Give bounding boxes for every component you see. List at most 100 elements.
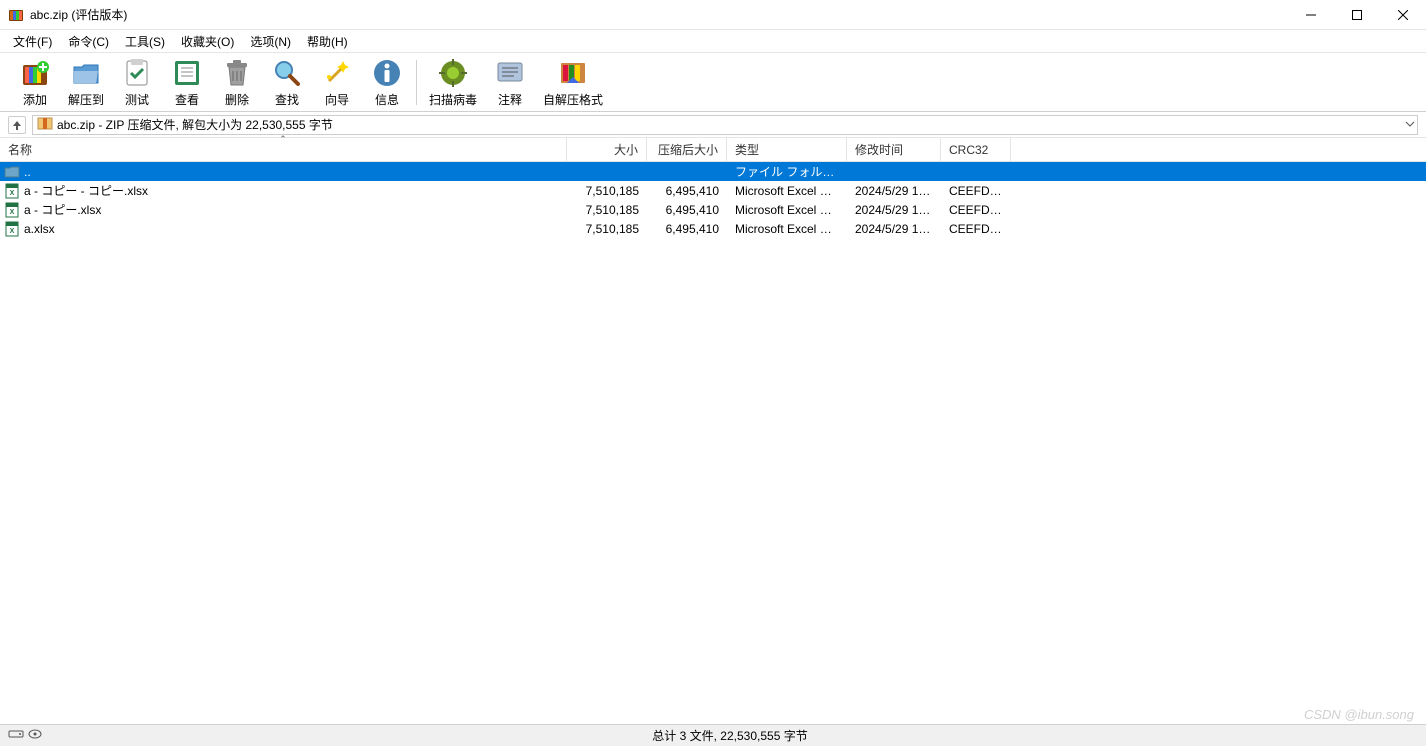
svg-text:X: X <box>10 190 15 197</box>
file-type: ファイル フォルダー <box>727 163 847 180</box>
file-crc: CEEFD034 <box>941 222 1011 236</box>
column-headers: 名称 大小 压缩后大小 类型 修改时间 CRC32 <box>0 138 1426 162</box>
column-modified[interactable]: 修改时间 <box>847 138 941 161</box>
close-button[interactable] <box>1380 0 1426 29</box>
toolbar-separator <box>416 60 417 105</box>
view-icon <box>171 57 203 89</box>
location-dropdown-icon[interactable] <box>1405 118 1415 132</box>
watermark: CSDN @ibun.song <box>1304 707 1414 722</box>
winrar-icon <box>8 7 24 23</box>
svg-text:X: X <box>10 228 15 235</box>
menu-commands[interactable]: 命令(C) <box>61 31 116 52</box>
file-row[interactable]: Xa.xlsx 7,510,1856,495,410Microsoft Excel… <box>0 219 1426 238</box>
file-row[interactable]: Xa - コピー - コピー.xlsx 7,510,1856,495,410Mic… <box>0 181 1426 200</box>
lock-icon <box>28 728 42 743</box>
menu-tools[interactable]: 工具(S) <box>118 31 172 52</box>
find-label: 查找 <box>275 91 299 108</box>
file-row[interactable]: Xa - コピー.xlsx 7,510,1856,495,410Microsoft… <box>0 200 1426 219</box>
file-size: 7,510,185 <box>567 184 647 198</box>
titlebar: abc.zip (评估版本) <box>0 0 1426 30</box>
sfx-button[interactable]: 自解压格式 <box>535 55 611 110</box>
info-button[interactable]: 信息 <box>362 55 412 110</box>
statusbar: 总计 3 文件, 22,530,555 字节 <box>0 724 1426 746</box>
extract-button[interactable]: 解压到 <box>60 55 112 110</box>
file-size: 7,510,185 <box>567 222 647 236</box>
wizard-button[interactable]: 向导 <box>312 55 362 110</box>
comment-icon <box>494 57 526 89</box>
file-name: .. <box>24 165 31 179</box>
file-list[interactable]: .. ファイル フォルダー Xa - コピー - コピー.xlsx 7,510,185… <box>0 162 1426 724</box>
comment-button[interactable]: 注释 <box>485 55 535 110</box>
file-modified: 2024/5/29 18:47 <box>847 184 941 198</box>
xlsx-icon: X <box>4 202 20 218</box>
file-type: Microsoft Excel ワ... <box>727 201 847 218</box>
virus-button[interactable]: 扫描病毒 <box>421 55 485 110</box>
folder-icon <box>4 164 20 180</box>
file-packed: 6,495,410 <box>647 203 727 217</box>
menu-favorites[interactable]: 收藏夹(O) <box>174 31 241 52</box>
location-field[interactable]: abc.zip - ZIP 压缩文件, 解包大小为 22,530,555 字节 <box>32 115 1418 135</box>
add-button[interactable]: 添加 <box>10 55 60 110</box>
test-label: 测试 <box>125 91 149 108</box>
virus-label: 扫描病毒 <box>429 91 477 108</box>
column-packed[interactable]: 压缩后大小 <box>647 138 727 161</box>
file-row[interactable]: .. ファイル フォルダー <box>0 162 1426 181</box>
virus-icon <box>437 57 469 89</box>
menubar: 文件(F) 命令(C) 工具(S) 收藏夹(O) 选项(N) 帮助(H) <box>0 30 1426 52</box>
minimize-button[interactable] <box>1288 0 1334 29</box>
find-icon <box>271 57 303 89</box>
file-crc: CEEFD034 <box>941 184 1011 198</box>
file-name: a - コピー - コピー.xlsx <box>24 182 148 199</box>
location-text: abc.zip - ZIP 压缩文件, 解包大小为 22,530,555 字节 <box>57 116 333 133</box>
column-size[interactable]: 大小 <box>567 138 647 161</box>
column-type[interactable]: 类型 <box>727 138 847 161</box>
file-modified: 2024/5/29 18:47 <box>847 203 941 217</box>
test-icon <box>121 57 153 89</box>
xlsx-icon: X <box>4 221 20 237</box>
archive-icon <box>37 115 53 134</box>
file-name: a.xlsx <box>24 222 55 236</box>
window-title: abc.zip (评估版本) <box>30 6 1288 23</box>
view-button[interactable]: 查看 <box>162 55 212 110</box>
file-type: Microsoft Excel ワ... <box>727 182 847 199</box>
delete-button[interactable]: 删除 <box>212 55 262 110</box>
disk-icon <box>8 728 24 743</box>
file-size: 7,510,185 <box>567 203 647 217</box>
location-bar: abc.zip - ZIP 压缩文件, 解包大小为 22,530,555 字节 <box>0 112 1426 138</box>
column-name[interactable]: 名称 <box>0 138 567 161</box>
svg-text:X: X <box>10 209 15 216</box>
file-packed: 6,495,410 <box>647 184 727 198</box>
info-label: 信息 <box>375 91 399 108</box>
menu-file[interactable]: 文件(F) <box>6 31 59 52</box>
comment-label: 注释 <box>498 91 522 108</box>
xlsx-icon: X <box>4 183 20 199</box>
up-button[interactable] <box>8 116 26 134</box>
file-crc: CEEFD034 <box>941 203 1011 217</box>
info-icon <box>371 57 403 89</box>
column-crc[interactable]: CRC32 <box>941 138 1011 161</box>
status-icons <box>8 728 42 743</box>
window-controls <box>1288 0 1426 29</box>
menu-options[interactable]: 选项(N) <box>243 31 298 52</box>
status-text: 总计 3 文件, 22,530,555 字节 <box>42 727 1418 744</box>
file-packed: 6,495,410 <box>647 222 727 236</box>
extract-label: 解压到 <box>68 91 104 108</box>
file-name: a - コピー.xlsx <box>24 201 101 218</box>
toolbar: 添加 解压到 测试 查看 删除 查找 向导 信息 扫描病毒 注释 自解压格式 <box>0 52 1426 112</box>
wizard-icon <box>321 57 353 89</box>
file-type: Microsoft Excel ワ... <box>727 220 847 237</box>
view-label: 查看 <box>175 91 199 108</box>
menu-help[interactable]: 帮助(H) <box>300 31 355 52</box>
wizard-label: 向导 <box>325 91 349 108</box>
test-button[interactable]: 测试 <box>112 55 162 110</box>
find-button[interactable]: 查找 <box>262 55 312 110</box>
maximize-button[interactable] <box>1334 0 1380 29</box>
sfx-label: 自解压格式 <box>543 91 603 108</box>
add-icon <box>19 57 51 89</box>
delete-icon <box>221 57 253 89</box>
delete-label: 删除 <box>225 91 249 108</box>
sfx-icon <box>557 57 589 89</box>
add-label: 添加 <box>23 91 47 108</box>
file-modified: 2024/5/29 18:47 <box>847 222 941 236</box>
extract-icon <box>70 57 102 89</box>
